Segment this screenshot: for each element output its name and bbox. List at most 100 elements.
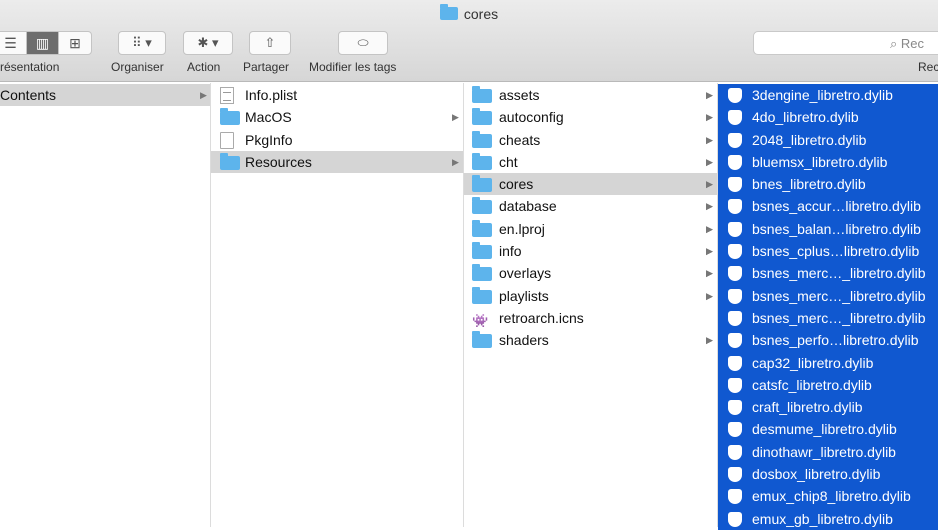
dylib-icon (728, 489, 742, 505)
dylib-icon (728, 154, 742, 170)
col4-item-bsnes-balan-libretro-dylib[interactable]: ▶ bsnes_balan…libretro.dylib (706, 217, 938, 241)
col4-item-craft-libretro-dylib[interactable]: craft_libretro.dylib (718, 396, 938, 419)
disclosure-arrow-icon[interactable]: ▶ (706, 240, 713, 262)
disclosure-arrow-icon[interactable]: ▶ (706, 173, 713, 195)
col4-item-3dengine-libretro-dylib[interactable]: ▶ 3dengine_libretro.dylib (706, 84, 938, 107)
disclosure-arrow-icon[interactable]: ▶ (706, 84, 713, 106)
disclosure-arrow-icon[interactable]: ▶ (706, 151, 713, 173)
item-label: Info.plist (245, 87, 298, 103)
folder-icon (472, 286, 492, 304)
item-label: cap32_libretro.dylib (752, 354, 874, 371)
action-button[interactable]: ✱ ▾ (183, 31, 233, 55)
folder-icon (220, 108, 240, 126)
coverflow-view-icon[interactable]: ⊞ (59, 32, 91, 54)
col4-item-bnes-libretro-dylib[interactable]: ▶ bnes_libretro.dylib (706, 173, 938, 196)
item-label: emux_chip8_libretro.dylib (752, 488, 911, 505)
disclosure-arrow-icon[interactable]: ▶ (706, 129, 713, 151)
dylib-icon (728, 444, 742, 460)
folder-icon (472, 264, 492, 282)
col3-item-cht[interactable]: cht ▶ (464, 151, 717, 173)
folder-icon (472, 86, 492, 103)
col3-item-assets[interactable]: assets ▶ (464, 84, 717, 106)
col4-item-bsnes-merc-libretro-dylib[interactable]: ▶ bsnes_merc…_libretro.dylib (706, 284, 938, 307)
col3-item-cores[interactable]: cores ▶ (464, 173, 717, 196)
col3-item-overlays[interactable]: overlays ▶ (464, 262, 717, 284)
col4-item-bsnes-perfo-libretro-dylib[interactable]: ▶ bsnes_perfo…libretro.dylib (706, 329, 938, 352)
share-label: Partager (243, 60, 290, 74)
item-label: database (499, 198, 557, 215)
dylib-icon (728, 511, 742, 527)
col1-item-contents[interactable]: Contents ▶ (0, 84, 210, 107)
search-field[interactable]: ⌕ Rec (753, 31, 938, 55)
col4-item-2048-libretro-dylib[interactable]: ▶ 2048_libretro.dylib (706, 128, 938, 151)
item-label: catsfc_libretro.dylib (752, 376, 872, 393)
col4-item-dosbox-libretro-dylib[interactable]: dosbox_libretro.dylib (718, 463, 938, 486)
disclosure-arrow-icon[interactable]: ▶ (706, 262, 713, 284)
folder-icon (472, 331, 492, 349)
item-label: craft_libretro.dylib (752, 399, 863, 416)
tag-icon: ⬭ (357, 35, 369, 50)
dylib-icon (728, 88, 742, 103)
item-label: Contents (0, 87, 57, 103)
disclosure-arrow-icon[interactable]: ▶ (706, 329, 713, 351)
arrange-button[interactable]: ⠿ ▾ (118, 31, 166, 55)
column-view-icon[interactable]: ▥ (27, 32, 59, 54)
item-label: info (499, 243, 522, 260)
disclosure-arrow-icon[interactable]: ▶ (706, 106, 713, 128)
item-label: bsnes_merc…_libretro.dylib (752, 265, 926, 282)
col3-item-database[interactable]: database ▶ (464, 195, 717, 217)
item-label: dinothawr_libretro.dylib (752, 443, 896, 460)
col2-item-pkginfo[interactable]: PkgInfo (211, 129, 463, 151)
search-icon: ⌕ (890, 36, 901, 51)
col4-item-bsnes-cplus-libretro-dylib[interactable]: ▶ bsnes_cplus…libretro.dylib (706, 240, 938, 263)
col3-item-info[interactable]: info ▶ (464, 240, 717, 262)
col4-item-bluemsx-libretro-dylib[interactable]: ▶ bluemsx_libretro.dylib (706, 150, 938, 174)
list-view-icon[interactable]: ☰ (0, 32, 27, 54)
dylib-icon (728, 244, 742, 260)
col4-item-dinothawr-libretro-dylib[interactable]: dinothawr_libretro.dylib (718, 440, 938, 464)
item-label: PkgInfo (245, 131, 293, 148)
dylib-icon (728, 221, 742, 237)
col4-item-bsnes-accur-libretro-dylib[interactable]: ▶ bsnes_accur…libretro.dylib (706, 195, 938, 218)
disclosure-arrow-icon[interactable]: ▶ (706, 285, 713, 307)
col4-item-bsnes-merc-libretro-dylib[interactable]: ▶ bsnes_merc…_libretro.dylib (706, 262, 938, 285)
col2-item-macos[interactable]: MacOS ▶ (211, 106, 463, 128)
dylib-icon (728, 422, 742, 438)
item-label: bsnes_cplus…libretro.dylib (752, 243, 920, 260)
col4-item-emux-chip8-libretro-dylib[interactable]: emux_chip8_libretro.dylib (718, 485, 938, 508)
disclosure-arrow-icon[interactable]: ▶ (200, 84, 207, 106)
item-label: bluemsx_libretro.dylib (752, 153, 888, 170)
disclosure-arrow-icon[interactable]: ▶ (706, 195, 713, 217)
view-label: résentation (0, 60, 60, 74)
disclosure-arrow-icon[interactable]: ▶ (706, 218, 713, 240)
view-mode-control[interactable]: ☰ ▥ ⊞ (0, 31, 92, 55)
col4-item-catsfc-libretro-dylib[interactable]: catsfc_libretro.dylib (718, 373, 938, 397)
edit-tags-button[interactable]: ⬭ (338, 31, 388, 55)
col4-item-cap32-libretro-dylib[interactable]: cap32_libretro.dylib (718, 351, 938, 374)
col2-item-info-plist[interactable]: Info.plist (211, 84, 463, 106)
dylib-icon (728, 199, 742, 215)
col3-item-en-lproj[interactable]: en.lproj ▶ (464, 218, 717, 240)
item-label: bsnes_balan…libretro.dylib (752, 220, 921, 237)
col3-item-playlists[interactable]: playlists ▶ (464, 285, 717, 307)
document-icon (220, 131, 234, 149)
col3-item-autoconfig[interactable]: autoconfig ▶ (464, 106, 717, 128)
col4-item-desmume-libretro-dylib[interactable]: desmume_libretro.dylib (718, 418, 938, 441)
item-label: cheats (499, 131, 541, 148)
disclosure-arrow-icon[interactable]: ▶ (452, 106, 459, 128)
window-title-text: cores (463, 6, 499, 22)
col4-item-bsnes-merc-libretro-dylib[interactable]: bsnes_merc…_libretro.dylib (718, 306, 938, 330)
dylib-icon (728, 110, 742, 126)
col4-item-4do-libretro-dylib[interactable]: ▶ 4do_libretro.dylib (706, 106, 938, 129)
folder-icon (472, 219, 492, 237)
dylib-icon (728, 377, 742, 393)
disclosure-arrow-icon[interactable]: ▶ (452, 151, 459, 173)
col2-item-resources[interactable]: Resources ▶ (211, 150, 463, 174)
share-button[interactable]: ⇧ (249, 31, 291, 55)
col3-item-retroarch-icns[interactable]: 👾 retroarch.icns (464, 307, 717, 329)
dylib-icon (728, 132, 742, 148)
item-label: shaders (499, 332, 549, 349)
item-label: bsnes_merc…_libretro.dylib (752, 309, 926, 326)
col3-item-shaders[interactable]: shaders ▶ (464, 329, 717, 351)
col3-item-cheats[interactable]: cheats ▶ (464, 129, 717, 151)
